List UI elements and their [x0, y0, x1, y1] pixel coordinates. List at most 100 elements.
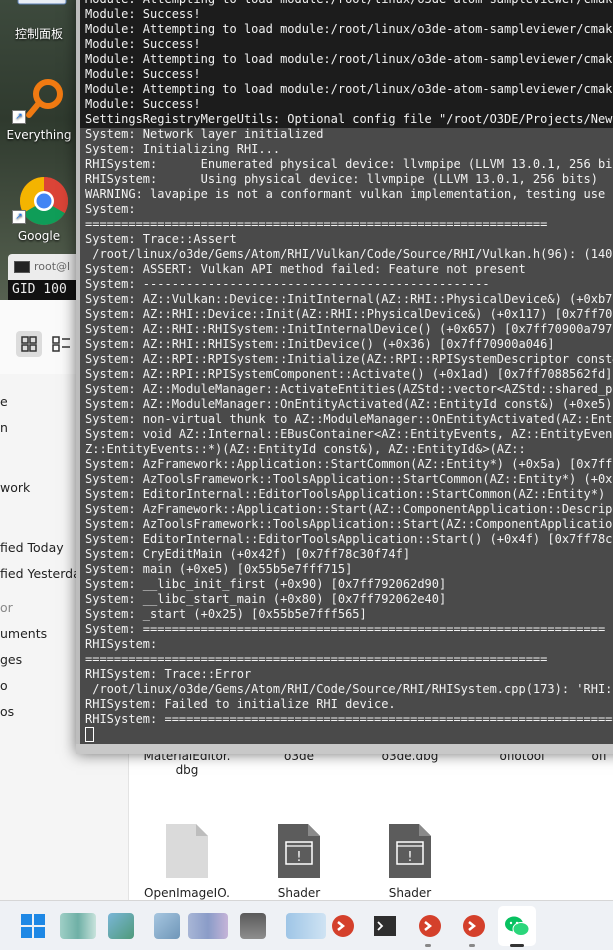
terminal-line: System: non-virtual thunk to AZ::ModuleM…: [85, 412, 613, 426]
terminal-line: Module: Success!: [85, 67, 201, 81]
terminal-taskbar-button[interactable]: [372, 913, 398, 939]
sidebar-item-network[interactable]: work: [0, 480, 30, 495]
document-icon: [164, 822, 210, 880]
terminal-line: RHISystem: Using physical device: llvmpi…: [85, 172, 598, 186]
terminal-line: System: AzToolsFramework::ToolsApplicati…: [85, 517, 613, 531]
desktop-icon-google-chrome[interactable]: ↗ Google Chrome: [6, 0, 72, 260]
remote-desktop-icon: [332, 915, 354, 937]
taskbar-app-icon[interactable]: [286, 913, 326, 939]
terminal-output[interactable]: Module: Attempting to load module:/root/…: [85, 0, 613, 742]
taskbar-app-icon[interactable]: [154, 913, 180, 939]
terminal-line: System: AZ::RHI::Device::Init(AZ::RHI::P…: [85, 307, 613, 321]
terminal-line: System: --------------------------------…: [85, 277, 490, 291]
terminal-line: RHISystem: Enumerated physical device: l…: [85, 157, 613, 171]
terminal-line: System: ASSERT: Vulkan API method failed…: [85, 262, 526, 276]
terminal-icon: [374, 916, 396, 936]
terminal-line: Module: Success!: [85, 97, 201, 111]
executable-icon: !: [276, 822, 322, 880]
sidebar-section-heading: or: [0, 600, 13, 615]
sidebar-item[interactable]: n: [0, 420, 8, 435]
remote-desktop-icon: [463, 915, 485, 937]
sidebar-item-modified-today[interactable]: fied Today: [0, 540, 64, 555]
taskbar-app-icon[interactable]: [108, 913, 134, 939]
sidebar-item[interactable]: e: [0, 394, 8, 409]
terminal-line: System: Network layer initialized: [85, 127, 324, 141]
remote-desktop-button[interactable]: [461, 913, 487, 939]
background-terminal-output: GID 100: [8, 280, 80, 300]
terminal-window[interactable]: Module: Attempting to load module:/root/…: [76, 0, 613, 754]
terminal-line: Module: Attempting to load module:/root/…: [85, 0, 613, 7]
terminal-line: Z::EntityEvents::*)(AZ::EntityId const&)…: [85, 442, 526, 456]
taskbar-app-icon[interactable]: [60, 913, 96, 939]
start-menu-button[interactable]: [20, 913, 46, 939]
file-name: OpenImageIO.: [144, 886, 230, 900]
grid-view-icon: [21, 336, 37, 352]
terminal-line: RHISystem: Failed to initialize RHI devi…: [85, 697, 396, 711]
desktop-icon-label: Google Chrome: [17, 229, 61, 243]
taskbar: [0, 900, 613, 950]
terminal-line: System: AZ::RHI::RHISystem::InitDevice()…: [85, 337, 555, 351]
taskbar-app-icon[interactable]: [188, 913, 228, 939]
svg-text:!: !: [407, 850, 412, 865]
terminal-line: Module: Success!: [85, 37, 201, 51]
list-view-button[interactable]: [48, 331, 74, 357]
terminal-line: /root/linux/o3de/Gems/Atom/RHI/Code/Sour…: [85, 682, 613, 696]
terminal-bottom-frame: [76, 744, 613, 754]
terminal-line: System: EditorInternal::EditorToolsAppli…: [85, 487, 613, 501]
chrome-icon: [19, 177, 69, 226]
terminal-line: System: __libc_init_first (+0x90) [0x7ff…: [85, 577, 447, 591]
terminal-line: System: EditorInternal::EditorToolsAppli…: [85, 532, 613, 546]
grid-view-button[interactable]: [16, 331, 42, 357]
terminal-line: Module: Attempting to load module:/root/…: [85, 22, 613, 36]
file-name: Shader: [277, 886, 321, 900]
terminal-line: /root/linux/o3de/Gems/Atom/RHI/Vulkan/Co…: [85, 247, 613, 261]
terminal-line: RHISystem: Trace::Error: [85, 667, 252, 681]
wechat-button[interactable]: [504, 913, 530, 939]
terminal-line: System: Trace::Assert: [85, 232, 237, 246]
active-indicator: [510, 944, 524, 947]
file-item[interactable]: ! Shader: [360, 822, 460, 900]
remote-desktop-button[interactable]: [330, 913, 360, 939]
sidebar-item-videos[interactable]: os: [0, 704, 14, 719]
file-item[interactable]: OpenImageIO.: [137, 822, 237, 900]
terminal-line: ========================================…: [85, 217, 548, 231]
terminal-line: System: AZ::RHI::RHISystem::InitInternal…: [85, 322, 613, 336]
terminal-icon: [14, 261, 30, 273]
background-terminal-tab[interactable]: root@l: [8, 254, 80, 280]
sidebar-item-images[interactable]: ges: [0, 652, 22, 667]
terminal-line: System: __libc_start_main (+0x80) [0x7ff…: [85, 592, 447, 606]
terminal-line: System: AZ::RPI::RPISystem::Initialize(A…: [85, 352, 613, 366]
sidebar-item-modified-yesterday[interactable]: fied Yesterda: [0, 566, 81, 581]
terminal-line: Module: Success!: [85, 7, 201, 21]
background-terminal-window[interactable]: root@l GID 100: [8, 254, 80, 300]
terminal-line: System: Initializing RHI...: [85, 142, 281, 156]
terminal-line: WARNING: lavapipe is not a conformant vu…: [85, 187, 613, 201]
taskbar-app-icon[interactable]: [240, 913, 266, 939]
terminal-line: Module: Attempting to load module:/root/…: [85, 82, 613, 96]
terminal-line: RHISystem:: [85, 637, 158, 651]
terminal-line: System: AZ::Vulkan::Device::InitInternal…: [85, 292, 613, 306]
list-view-icon: [52, 336, 70, 352]
terminal-line: System: AzFramework::Application::Start(…: [85, 502, 613, 516]
terminal-line: System: AZ::RPI::RPISystemComponent::Act…: [85, 367, 613, 381]
terminal-line: System: AzToolsFramework::ToolsApplicati…: [85, 472, 613, 486]
terminal-line: System:: [85, 202, 136, 216]
terminal-line: System: _start (+0x25) [0x55b5e7fff565]: [85, 607, 367, 621]
running-indicator: [425, 944, 431, 947]
terminal-line: SettingsRegistryMergeUtils: Optional con…: [85, 112, 613, 126]
file-item[interactable]: ! Shader: [249, 822, 349, 900]
terminal-line: System: AZ::ModuleManager::ActivateEntit…: [85, 382, 613, 396]
sidebar-item-audio[interactable]: o: [0, 678, 8, 693]
remote-desktop-button[interactable]: [417, 913, 443, 939]
terminal-line: System: AZ::ModuleManager::OnEntityActiv…: [85, 397, 613, 411]
wechat-icon: [505, 916, 530, 936]
terminal-line: ========================================…: [85, 652, 548, 666]
svg-text:!: !: [296, 850, 301, 865]
terminal-prompt[interactable]: [85, 727, 613, 742]
terminal-line: System: void AZ::Internal::EBusContainer…: [85, 427, 613, 441]
windows-logo-icon: [21, 914, 45, 938]
sidebar-item-documents[interactable]: uments: [0, 626, 47, 641]
background-terminal-title: root@l: [34, 260, 71, 273]
shortcut-arrow-icon: ↗: [12, 210, 26, 224]
terminal-line: Module: Attempting to load module:/root/…: [85, 52, 613, 66]
